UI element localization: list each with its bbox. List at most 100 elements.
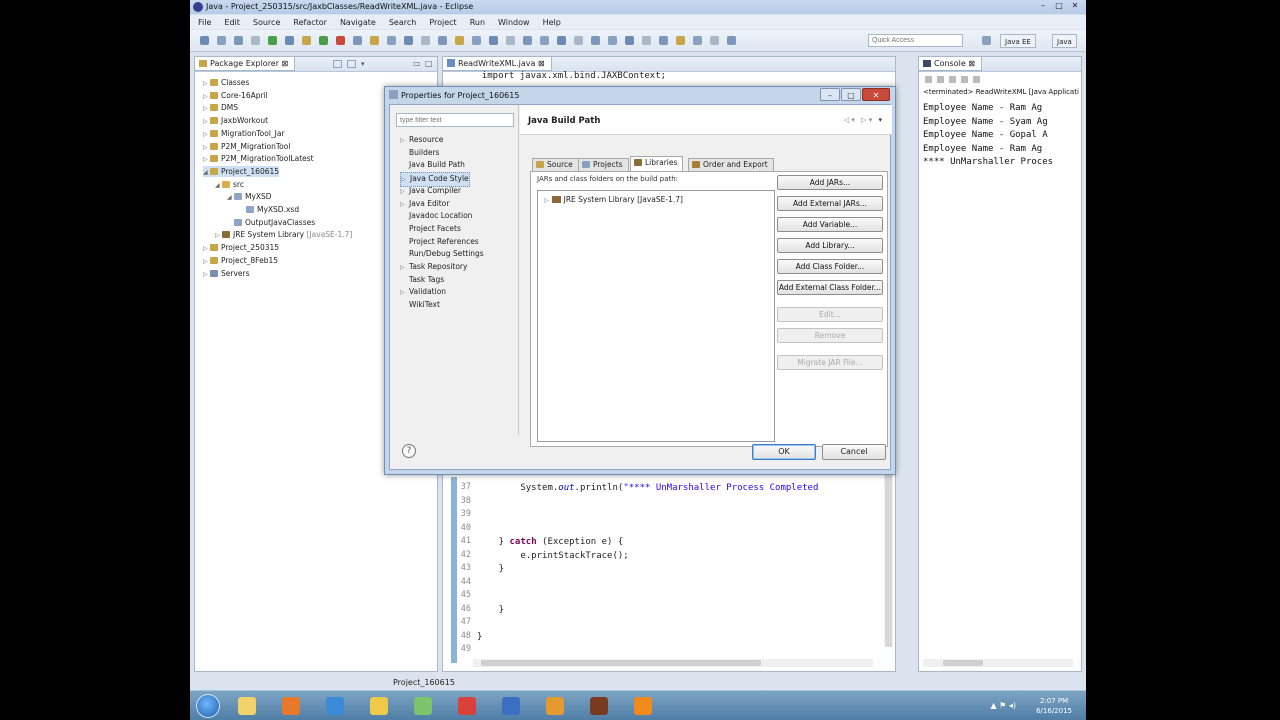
view-menu-icon[interactable]: ▾ <box>361 60 365 68</box>
expand-arrow-icon[interactable]: ▷ <box>544 197 549 204</box>
tab-libraries[interactable]: Libraries <box>630 156 684 171</box>
tree-item-project-8feb15[interactable]: ▷ Project_8Feb15 <box>203 255 278 266</box>
tree-item-myxsd-xsd[interactable]: MyXSD.xsd <box>239 204 299 215</box>
taskbar-app-ie[interactable] <box>316 694 354 718</box>
library-item-jre[interactable]: ▷ JRE System Library [JavaSE-1.7] <box>544 195 683 204</box>
toolbar-tool-icon[interactable] <box>642 36 651 45</box>
library-list[interactable]: ▷ JRE System Library [JavaSE-1.7] <box>537 190 775 442</box>
expand-arrow-icon[interactable]: ▷ <box>203 256 210 267</box>
toolbar-tool-icon[interactable] <box>489 36 498 45</box>
taskbar-app-game[interactable] <box>580 694 618 718</box>
expand-arrow-icon[interactable]: ▷ <box>203 142 210 153</box>
toolbar-tool-icon[interactable] <box>217 36 226 45</box>
start-button[interactable] <box>196 694 220 718</box>
menu-project[interactable]: Project <box>429 18 456 27</box>
category-builders[interactable]: Builders <box>400 147 439 159</box>
dialog-maximize-button[interactable]: □ <box>841 88 861 101</box>
tree-item-core-16april[interactable]: ▷ Core-16April <box>203 90 268 101</box>
tree-item-jre-system-library[interactable]: ▷ JRE System Library [JavaSE-1.7] <box>215 229 352 240</box>
taskbar-app-outlook[interactable] <box>536 694 574 718</box>
expand-arrow-icon[interactable]: ◢ <box>203 167 210 178</box>
pin-console-icon[interactable] <box>973 76 980 83</box>
category-project-facets[interactable]: Project Facets <box>400 223 461 235</box>
tab-projects[interactable]: Projects <box>578 158 629 171</box>
toolbar-tool-icon[interactable] <box>336 36 345 45</box>
console-tab[interactable]: Console ⊠ <box>919 57 983 71</box>
expand-arrow-icon[interactable]: ▷ <box>203 116 210 127</box>
system-tray[interactable]: ▲ ⚑ ◂) <box>990 701 1016 710</box>
category-task-repository[interactable]: ▷ Task Repository <box>400 261 467 274</box>
tree-item-dms[interactable]: ▷ DMS <box>203 102 238 113</box>
expand-arrow-icon[interactable]: ▷ <box>203 243 210 254</box>
tree-item-project-160615[interactable]: ◢ Project_160615 <box>203 165 280 178</box>
category-java-compiler[interactable]: ▷ Java Compiler <box>400 185 461 198</box>
tree-item-classes[interactable]: ▷ Classes <box>203 77 249 88</box>
taskbar-app-folder[interactable] <box>360 694 398 718</box>
taskbar-app-vlc[interactable] <box>624 694 662 718</box>
perspective-java[interactable]: Java <box>1052 34 1077 48</box>
tree-item-servers[interactable]: ▷ Servers <box>203 268 250 279</box>
expand-arrow-icon[interactable]: ▷ <box>203 129 210 140</box>
expand-arrow-icon[interactable]: ▷ <box>400 287 409 299</box>
toolbar-tool-icon[interactable] <box>251 36 260 45</box>
toolbar-tool-icon[interactable] <box>472 36 481 45</box>
editor-tab-readwritexml[interactable]: ReadWriteXML.java ⊠ <box>443 57 552 71</box>
category-resource[interactable]: ▷ Resource <box>400 134 443 147</box>
maximize-button[interactable]: □ <box>1052 0 1066 12</box>
expand-arrow-icon[interactable]: ▷ <box>400 262 409 274</box>
scroll-lock-icon[interactable] <box>961 76 968 83</box>
menu-refactor[interactable]: Refactor <box>293 18 327 27</box>
toolbar-tool-icon[interactable] <box>506 36 515 45</box>
minimize-view-icon[interactable]: ▭ <box>413 59 421 68</box>
help-icon[interactable]: ? <box>402 444 416 458</box>
toolbar-tool-icon[interactable] <box>608 36 617 45</box>
menu-help[interactable]: Help <box>543 18 561 27</box>
tree-item-project-250315[interactable]: ▷ Project_250315 <box>203 242 279 253</box>
cancel-button[interactable]: Cancel <box>822 444 886 460</box>
expand-arrow-icon[interactable]: ◢ <box>227 192 234 203</box>
toolbar-tool-icon[interactable] <box>557 36 566 45</box>
category-java-editor[interactable]: ▷ Java Editor <box>400 198 449 211</box>
toolbar-tool-icon[interactable] <box>302 36 311 45</box>
toolbar-tool-icon[interactable] <box>455 36 464 45</box>
category-javadoc-location[interactable]: Javadoc Location <box>400 210 472 222</box>
toolbar-tool-icon[interactable] <box>574 36 583 45</box>
toolbar-tool-icon[interactable] <box>659 36 668 45</box>
add-external-jars-button[interactable]: Add External JARs... <box>777 196 883 211</box>
back-icon[interactable]: ◁ ▾ <box>844 116 855 124</box>
filter-input[interactable] <box>396 113 514 127</box>
toolbar-tool-icon[interactable] <box>591 36 600 45</box>
link-editor-icon[interactable] <box>347 60 356 68</box>
tree-item-p2m-migrationtool[interactable]: ▷ P2M_MigrationTool <box>203 141 290 152</box>
toolbar-tool-icon[interactable] <box>676 36 685 45</box>
expand-arrow-icon[interactable]: ▷ <box>400 199 409 211</box>
toolbar-tool-icon[interactable] <box>727 36 736 45</box>
taskbar-app-firefox[interactable] <box>272 694 310 718</box>
editor-horizontal-scrollbar[interactable] <box>473 659 873 667</box>
terminate-icon[interactable] <box>925 76 932 83</box>
toolbar-tool-icon[interactable] <box>353 36 362 45</box>
taskbar-app-notepad[interactable] <box>404 694 442 718</box>
toolbar-tool-icon[interactable] <box>540 36 549 45</box>
tab-order-and-export[interactable]: Order and Export <box>688 158 774 171</box>
dialog-minimize-button[interactable]: – <box>820 88 840 101</box>
menu-run[interactable]: Run <box>470 18 485 27</box>
toolbar-tool-icon[interactable] <box>404 36 413 45</box>
tree-item-outputjavaclasses[interactable]: OutputJavaClasses <box>227 217 315 228</box>
menu-edit[interactable]: Edit <box>224 18 240 27</box>
tree-item-p2m-migrationtoollatest[interactable]: ▷ P2M_MigrationToolLatest <box>203 153 314 164</box>
menu-file[interactable]: File <box>198 18 211 27</box>
tree-item-src[interactable]: ◢ src <box>215 179 244 190</box>
taskbar-clock[interactable]: 2:07 PM 6/16/2015 <box>1036 696 1072 716</box>
add-external-class-folder-button[interactable]: Add External Class Folder... <box>777 280 883 295</box>
toolbar-tool-icon[interactable] <box>200 36 209 45</box>
expand-arrow-icon[interactable]: ▷ <box>203 269 210 280</box>
tree-item-jaxbworkout[interactable]: ▷ JaxbWorkout <box>203 115 268 126</box>
expand-arrow-icon[interactable]: ▷ <box>203 91 210 102</box>
ok-button[interactable]: OK <box>752 444 816 460</box>
category-run-debug-settings[interactable]: Run/Debug Settings <box>400 248 484 260</box>
add-variable-button[interactable]: Add Variable... <box>777 217 883 232</box>
expand-arrow-icon[interactable]: ▷ <box>203 154 210 165</box>
category-task-tags[interactable]: Task Tags <box>400 274 444 286</box>
quick-access-input[interactable] <box>868 34 963 47</box>
